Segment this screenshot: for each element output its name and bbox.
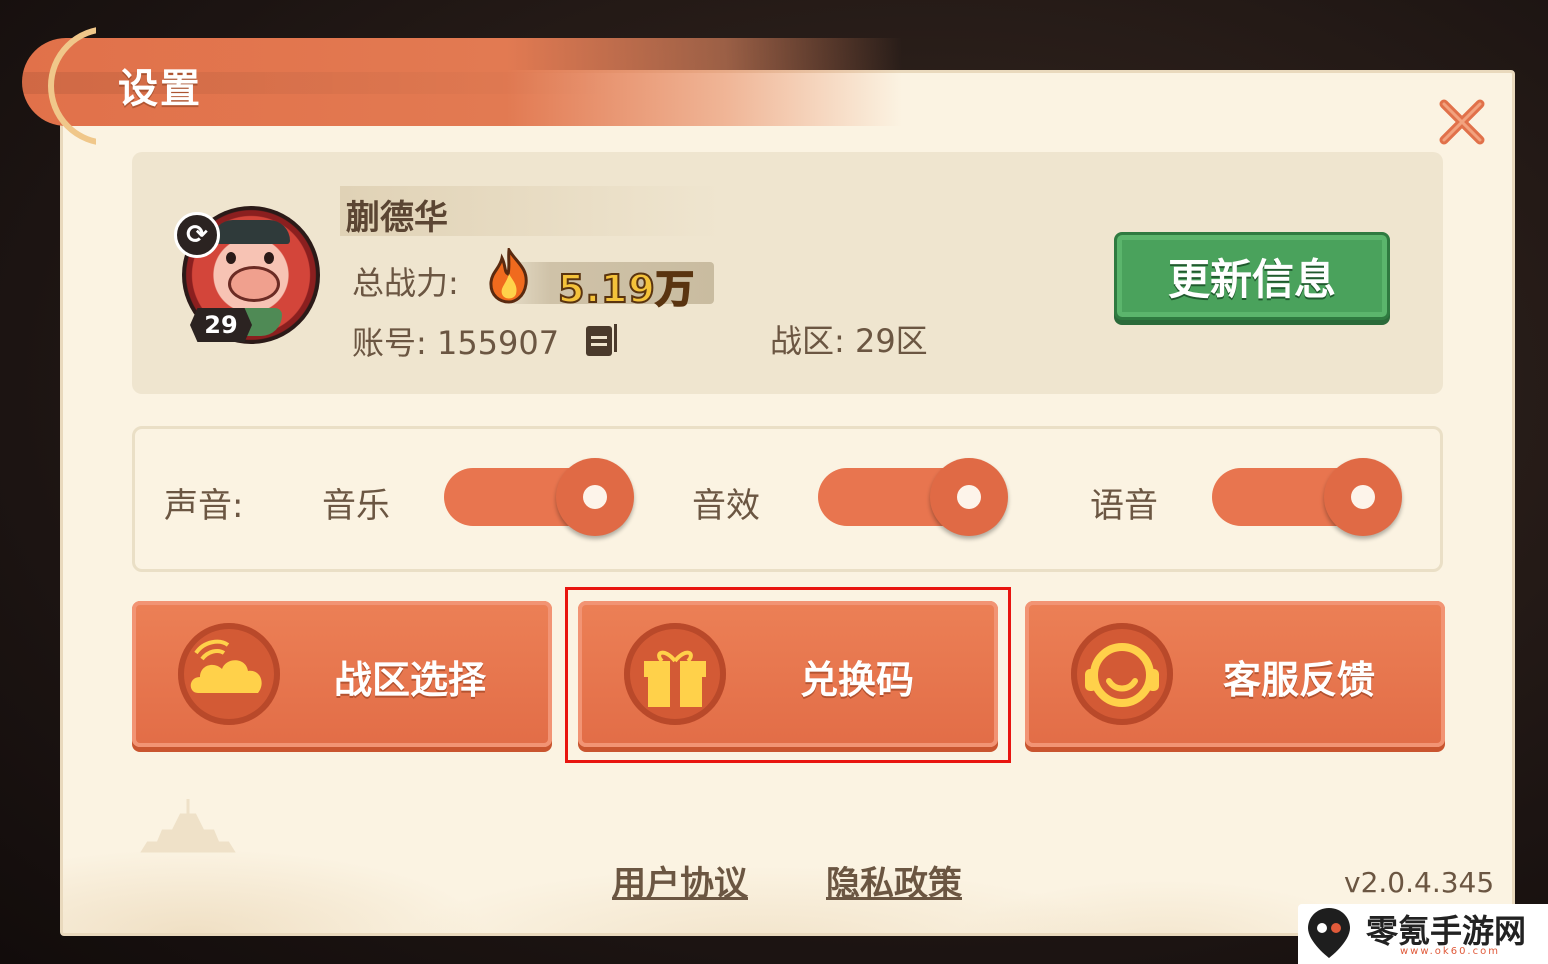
zone-text: 战区: 29区 — [770, 322, 928, 360]
voice-label: 语音 — [1090, 486, 1158, 526]
close-icon[interactable] — [1438, 98, 1486, 146]
user-agreement-link[interactable]: 用户协议 — [612, 856, 748, 905]
toggle-knob[interactable] — [556, 458, 634, 536]
privacy-policy-link[interactable]: 隐私政策 — [826, 856, 962, 905]
redeem-code-button[interactable]: 兑换码 — [578, 601, 998, 747]
power-label: 总战力: — [352, 264, 459, 302]
dialog-title: 设置 — [118, 66, 202, 112]
toggle-knob[interactable] — [930, 458, 1008, 536]
location-pin-icon — [1308, 908, 1350, 958]
account-text: 账号: 155907 — [352, 324, 560, 362]
customer-service-label: 客服反馈 — [1223, 658, 1376, 702]
sfx-label: 音效 — [692, 486, 760, 526]
update-info-button[interactable]: 更新信息 — [1114, 232, 1390, 320]
headset-icon-circle — [1071, 623, 1173, 725]
cloud-icon — [190, 639, 262, 693]
headset-icon — [1085, 643, 1159, 707]
cloud-icon-circle — [178, 623, 280, 725]
redeem-code-label: 兑换码 — [800, 658, 915, 702]
sfx-toggle[interactable] — [818, 458, 1008, 536]
mountain-background — [63, 733, 1512, 933]
music-toggle[interactable] — [444, 458, 634, 536]
pagoda-decoration — [140, 799, 236, 853]
toggle-knob[interactable] — [1324, 458, 1402, 536]
player-name: 蒯德华 — [346, 198, 448, 238]
watermark-url: www.ok60.com — [1400, 946, 1500, 957]
customer-service-button[interactable]: 客服反馈 — [1025, 601, 1445, 747]
voice-toggle[interactable] — [1212, 458, 1402, 536]
sound-label: 声音: — [164, 486, 244, 526]
zone-select-button[interactable]: 战区选择 — [132, 601, 552, 747]
zone-select-label: 战区选择 — [334, 658, 487, 702]
music-label: 音乐 — [322, 486, 390, 526]
level-badge: 29 — [190, 308, 252, 342]
copy-icon[interactable] — [584, 322, 618, 358]
swap-avatar-icon[interactable]: ⟳ — [174, 212, 220, 258]
gift-icon — [644, 650, 706, 707]
gift-icon-circle — [624, 623, 726, 725]
power-value: 5.19万 — [557, 266, 695, 312]
version-text: v2.0.4.345 — [1344, 866, 1495, 899]
fire-icon — [489, 248, 528, 304]
